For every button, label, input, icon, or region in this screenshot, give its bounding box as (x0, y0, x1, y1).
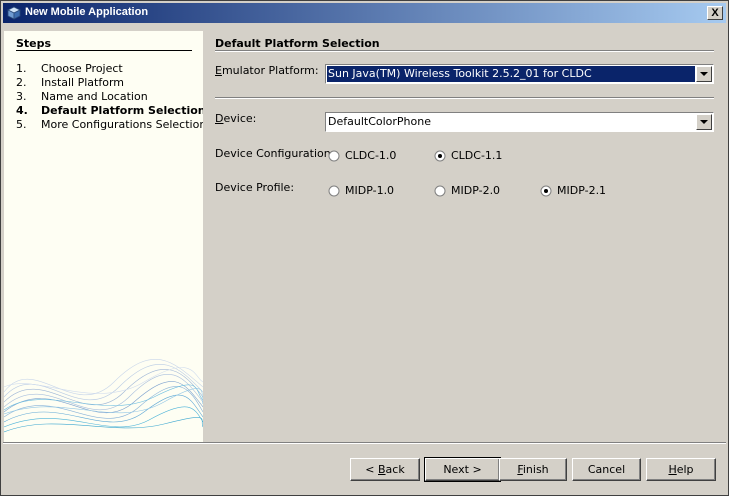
step-number: 4. (16, 104, 28, 117)
steps-list: 1. Choose Project 2. Install Platform 3. Na… (16, 62, 203, 132)
radio-checked-icon (540, 185, 552, 197)
button-label: ack (385, 463, 405, 476)
mnemonic: E (215, 64, 222, 77)
step-label: Choose Project (41, 62, 123, 75)
device-profile-label: Device Profile: (215, 181, 295, 194)
back-button[interactable]: < Back (350, 458, 420, 481)
radio-label: CLDC-1.1 (451, 149, 503, 162)
step-label: Install Platform (41, 76, 124, 89)
step-number: 2. (16, 76, 27, 89)
emulator-platform-select[interactable]: Sun Java(TM) Wireless Toolkit 2.5.2_01 f… (325, 64, 714, 84)
dropdown-button[interactable] (696, 114, 712, 130)
radio-label: MIDP-2.0 (451, 184, 501, 197)
close-button[interactable]: X (707, 6, 723, 20)
next-button[interactable]: Next > (424, 457, 501, 482)
section-divider (215, 97, 714, 99)
cancel-button[interactable]: Cancel (572, 458, 641, 481)
button-label: elp (676, 463, 694, 476)
device-configuration-label: Device Configuration: (215, 147, 335, 160)
radio-label: MIDP-2.1 (557, 184, 607, 197)
device-value: DefaultColorPhone (328, 115, 431, 128)
step-label: Default Platform Selection (41, 104, 203, 117)
dialog-window: New Mobile Application X Steps 1. Choose … (0, 0, 729, 496)
steps-divider (16, 50, 192, 51)
emulator-platform-value: Sun Java(TM) Wireless Toolkit 2.5.2_01 f… (327, 66, 695, 82)
title-bar[interactable]: New Mobile Application X (3, 3, 726, 23)
label-text: evice: (223, 112, 257, 125)
footer-divider (3, 442, 726, 444)
step-number: 5. (16, 118, 27, 131)
chevron-down-icon (700, 120, 708, 124)
window-title: New Mobile Application (25, 6, 149, 18)
step-item-current: 4. Default Platform Selection (16, 104, 203, 118)
page-title: Default Platform Selection (215, 37, 380, 50)
step-number: 1. (16, 62, 27, 75)
decorative-waves-image (4, 358, 203, 433)
radio-unchecked-icon (328, 185, 340, 197)
step-label: More Configurations Selection (41, 118, 203, 131)
step-item: 2. Install Platform (16, 76, 203, 90)
chevron-down-icon (700, 72, 708, 76)
close-icon: X (711, 7, 719, 19)
help-button[interactable]: Help (646, 458, 716, 481)
title-divider (215, 50, 714, 52)
radio-unchecked-icon (434, 185, 446, 197)
label-text: mulator Platform: (221, 64, 319, 77)
device-select[interactable]: DefaultColorPhone (325, 112, 714, 132)
mnemonic: B (378, 463, 386, 476)
steps-panel: Steps 1. Choose Project 2. Install Platfor… (4, 31, 203, 442)
step-number: 3. (16, 90, 27, 103)
step-label: Name and Location (41, 90, 148, 103)
steps-title: Steps (16, 37, 52, 50)
netbeans-cube-icon (7, 6, 21, 20)
radio-unchecked-icon (328, 150, 340, 162)
mnemonic: H (668, 463, 677, 476)
button-label: inish (522, 463, 549, 476)
button-label: < (365, 463, 378, 476)
emulator-platform-label: Emulator Platform: (215, 64, 319, 77)
radio-label: CLDC-1.0 (345, 149, 397, 162)
dropdown-button[interactable] (696, 66, 712, 82)
step-item: 1. Choose Project (16, 62, 203, 76)
step-item: 5. More Configurations Selection (16, 118, 203, 132)
finish-button[interactable]: Finish (499, 458, 567, 481)
step-item: 3. Name and Location (16, 90, 203, 104)
radio-checked-icon (434, 150, 446, 162)
radio-label: MIDP-1.0 (345, 184, 395, 197)
device-label: Device: (215, 112, 256, 125)
